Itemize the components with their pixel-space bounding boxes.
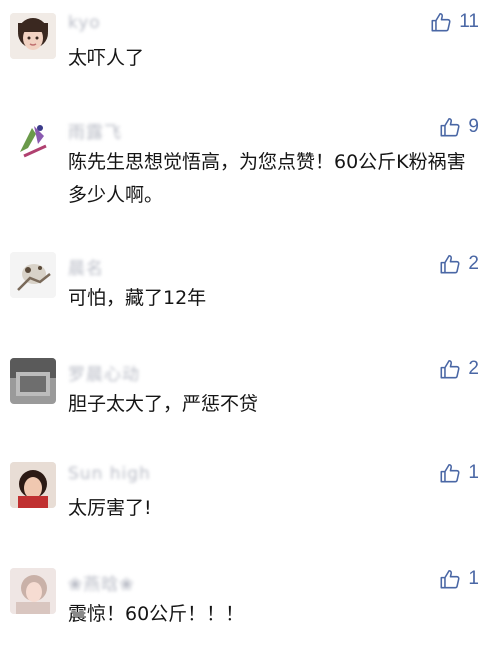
like-count: 9: [468, 116, 479, 137]
like-count: 2: [468, 253, 479, 274]
avatar[interactable]: [10, 358, 56, 404]
avatar[interactable]: [10, 13, 56, 59]
comment-text: 陈先生思想觉悟高，为您点赞！60公斤K粉祸害多少人啊。: [68, 151, 466, 206]
avatar[interactable]: [10, 568, 56, 614]
comment-text: 太厉害了!: [68, 497, 152, 519]
like-button[interactable]: 9: [439, 116, 479, 138]
comment-author[interactable]: ❀燕晗❀: [68, 570, 135, 595]
user-avatar-icon: [10, 252, 56, 298]
comment-author[interactable]: 罗晨心动: [68, 360, 140, 385]
comment-item: 晨名 可怕，藏了12年 2: [0, 240, 487, 340]
like-button[interactable]: 2: [439, 253, 479, 275]
like-button[interactable]: 1: [439, 568, 479, 590]
comment-text: 太吓人了: [68, 47, 145, 69]
user-avatar-icon: [10, 462, 56, 508]
like-count: 2: [468, 358, 479, 379]
comment-item: 罗晨心动 胆子太大了，严惩不贷 2: [0, 346, 487, 446]
avatar[interactable]: [10, 252, 56, 298]
avatar[interactable]: [10, 462, 56, 508]
thumbs-up-icon: [440, 463, 460, 483]
thumbs-up-icon: [440, 569, 460, 589]
user-avatar-icon: [10, 358, 56, 404]
comment-author[interactable]: 晨名: [68, 254, 104, 279]
thumbs-up-icon: [440, 359, 460, 379]
comment-text: 震惊！60公斤！！！: [68, 603, 245, 625]
comment-item: Sun high 太厉害了! 1: [0, 450, 487, 550]
like-count: 1: [468, 568, 479, 589]
user-avatar-icon: [10, 116, 56, 162]
comment-author[interactable]: kyo: [68, 13, 101, 33]
comment-author[interactable]: Sun high: [68, 464, 151, 484]
like-count: 1: [468, 462, 479, 483]
user-avatar-icon: [10, 568, 56, 614]
like-button[interactable]: 2: [439, 358, 479, 380]
thumbs-up-icon: [440, 117, 460, 137]
comment-item: ❀燕晗❀ 震惊！60公斤！！！ 1: [0, 556, 487, 647]
like-button[interactable]: 11: [430, 11, 479, 33]
comment-item: kyo 太吓人了 11: [0, 0, 487, 100]
comment-text: 胆子太大了，严惩不贷: [68, 393, 259, 415]
comment-author[interactable]: 雨露飞: [68, 118, 122, 143]
like-button[interactable]: 1: [439, 462, 479, 484]
thumbs-up-icon: [431, 12, 451, 32]
avatar[interactable]: [10, 116, 56, 162]
like-count: 11: [459, 11, 479, 32]
thumbs-up-icon: [440, 254, 460, 274]
comment-text: 可怕，藏了12年: [68, 287, 207, 309]
user-avatar-icon: [10, 13, 56, 59]
comment-item: 雨露飞 陈先生思想觉悟高，为您点赞！60公斤K粉祸害多少人啊。 9: [0, 104, 487, 234]
comment-list: kyo 太吓人了 11 雨露飞 陈先生思想觉悟高，为您点赞！60公斤K粉祸害多少…: [0, 0, 487, 647]
